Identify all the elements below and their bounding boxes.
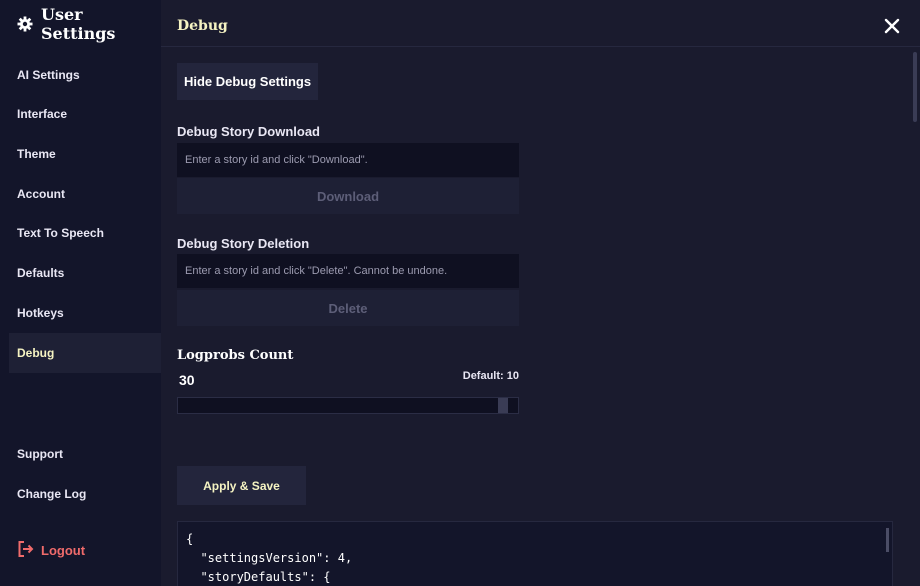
settings-sidebar: User Settings AI Settings Interface Them… (0, 0, 161, 586)
json-line: "storyDefaults": { (186, 570, 331, 584)
settings-json-view[interactable]: { "settingsVersion": 4, "storyDefaults":… (177, 521, 893, 586)
logprobs-slider-fill (178, 398, 498, 413)
close-icon[interactable] (883, 17, 901, 35)
logprobs-default-text: Default: 10 (462, 370, 519, 382)
sidebar-item-label: Support (17, 447, 63, 461)
panel-header: Debug (161, 0, 920, 47)
sidebar-item-label: Text To Speech (17, 226, 104, 240)
sidebar-item-interface[interactable]: Interface (9, 94, 161, 134)
download-button[interactable]: Download (177, 178, 519, 214)
logout-icon (17, 540, 35, 561)
logprobs-count-value: 30 (179, 372, 195, 388)
sidebar-title: User Settings (17, 5, 161, 43)
debug-story-download-label: Debug Story Download (177, 124, 320, 139)
gear-icon (17, 16, 33, 32)
sidebar-item-label: Interface (17, 107, 68, 121)
debug-story-deletion-label: Debug Story Deletion (177, 236, 310, 251)
logprobs-slider[interactable] (177, 397, 519, 414)
sidebar-item-label: Theme (17, 147, 56, 161)
sidebar-item-label: Change Log (17, 487, 87, 501)
sidebar-item-label: Debug (17, 346, 55, 360)
story-id-delete-input[interactable] (177, 254, 519, 288)
sidebar-item-debug[interactable]: Debug (9, 333, 161, 373)
logout-label: Logout (41, 542, 86, 558)
logprobs-slider-thumb[interactable] (498, 398, 508, 413)
sidebar-item-support[interactable]: Support (9, 434, 161, 474)
sidebar-title-text: User Settings (41, 5, 116, 43)
logout-button[interactable]: Logout (17, 538, 85, 562)
apply-save-button[interactable]: Apply & Save (177, 466, 306, 505)
hide-debug-settings-button[interactable]: Hide Debug Settings (177, 63, 318, 100)
panel-scrollbar-thumb[interactable] (913, 52, 917, 122)
sidebar-item-label: AI Settings (17, 68, 80, 82)
json-line: { (186, 532, 194, 546)
json-scrollbar-thumb[interactable] (886, 528, 889, 552)
sidebar-item-defaults[interactable]: Defaults (9, 253, 161, 293)
sidebar-item-change-log[interactable]: Change Log (9, 474, 161, 514)
sidebar-item-hotkeys[interactable]: Hotkeys (9, 293, 161, 333)
panel-scrollbar[interactable] (910, 46, 920, 586)
sidebar-item-text-to-speech[interactable]: Text To Speech (9, 213, 161, 253)
page-title: Debug (177, 18, 228, 34)
sidebar-item-label: Defaults (17, 266, 65, 280)
story-id-download-input[interactable] (177, 143, 519, 177)
settings-panel: Debug Hide Debug Settings Debug Story Do… (161, 0, 920, 586)
sidebar-item-label: Account (17, 187, 65, 201)
delete-button[interactable]: Delete (177, 290, 519, 326)
sidebar-item-account[interactable]: Account (9, 174, 161, 214)
sidebar-item-label: Hotkeys (17, 306, 64, 320)
sidebar-item-ai-settings[interactable]: AI Settings (9, 55, 161, 95)
logprobs-count-label: Logprobs Count (177, 348, 294, 363)
json-line: "settingsVersion": 4, (186, 551, 353, 565)
sidebar-item-theme[interactable]: Theme (9, 134, 161, 174)
